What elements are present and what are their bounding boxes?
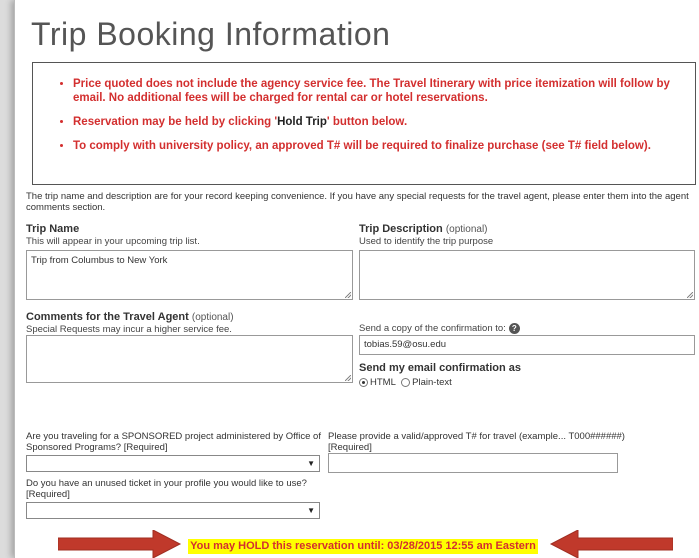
comments-label: Comments for the Travel Agent (optional) <box>26 311 234 323</box>
notice-hold-bold: Hold Trip <box>277 116 327 128</box>
copy-confirmation-email-input[interactable]: tobias.59@osu.edu <box>359 335 695 355</box>
trip-description-input[interactable] <box>359 250 695 300</box>
email-format-options: HTML Plain-text <box>359 377 452 388</box>
radio-html-label: HTML <box>370 377 396 388</box>
radio-plain-text-label: Plain-text <box>412 377 452 388</box>
arrow-left-icon <box>549 530 673 558</box>
copy-confirmation-label: Send a copy of the confirmation to:? <box>359 323 520 334</box>
notice-item-policy: To comply with university policy, an app… <box>73 139 695 153</box>
notice-box: Price quoted does not include the agency… <box>32 62 696 185</box>
help-icon[interactable]: ? <box>508 323 520 334</box>
trip-description-help: Used to identify the trip purpose <box>359 236 494 247</box>
trip-description-optional: (optional) <box>445 224 488 235</box>
comments-label-text: Comments for the Travel Agent <box>26 311 189 323</box>
notice-item-hold: Reservation may be held by clicking 'Hol… <box>73 115 695 129</box>
arrow-right-icon <box>58 530 182 558</box>
page-title: Trip Booking Information <box>31 16 391 52</box>
hold-reservation-banner: You may HOLD this reservation until: 03/… <box>188 539 538 554</box>
notice-item-fee: Price quoted does not include the agency… <box>73 77 695 105</box>
notice-hold-pre: Reservation may be held by clicking ' <box>73 116 278 128</box>
copy-confirmation-label-text: Send a copy of the confirmation to: <box>359 323 506 335</box>
t-number-input[interactable] <box>328 453 618 473</box>
trip-name-input[interactable]: Trip from Columbus to New York <box>26 250 353 300</box>
booking-panel: Trip Booking Information Price quoted do… <box>14 0 699 558</box>
unused-ticket-select[interactable]: ▼ <box>26 502 320 519</box>
comments-optional: (optional) <box>191 312 234 323</box>
sponsored-question: Are you traveling for a SPONSORED projec… <box>26 431 321 453</box>
notice-hold-post: ' button below. <box>326 116 408 128</box>
t-number-question: Please provide a valid/approved T# for t… <box>328 431 625 453</box>
unused-ticket-question: Do you have an unused ticket in your pro… <box>26 478 307 500</box>
email-format-label: Send my email confirmation as <box>359 362 521 374</box>
radio-html[interactable] <box>359 377 368 387</box>
comments-input[interactable] <box>26 335 353 383</box>
radio-plain-text[interactable] <box>401 377 411 387</box>
comments-help: Special Requests may incur a higher serv… <box>26 324 232 335</box>
trip-name-help: This will appear in your upcoming trip l… <box>26 236 200 247</box>
intro-text: The trip name and description are for yo… <box>26 191 689 213</box>
chevron-down-icon: ▼ <box>307 459 315 468</box>
sponsored-select[interactable]: ▼ <box>26 455 320 472</box>
chevron-down-icon: ▼ <box>307 506 315 515</box>
trip-description-label: Trip Description (optional) <box>359 223 488 235</box>
trip-description-label-text: Trip Description <box>359 223 443 235</box>
trip-name-label: Trip Name <box>26 223 80 235</box>
